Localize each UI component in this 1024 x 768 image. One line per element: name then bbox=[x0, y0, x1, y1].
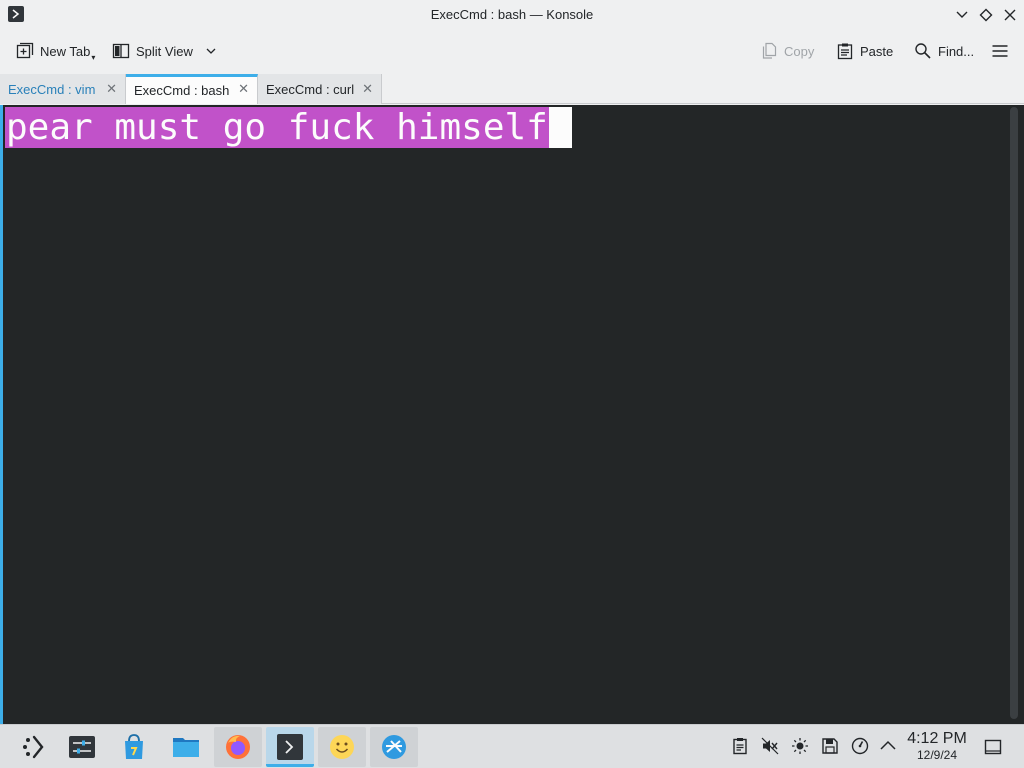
close-tab-icon[interactable]: ✕ bbox=[362, 81, 373, 97]
tab-label: ExecCmd : bash bbox=[134, 83, 230, 98]
firefox-icon bbox=[226, 735, 250, 759]
taskbar-konsole[interactable] bbox=[266, 727, 314, 767]
taskbar-firefox[interactable] bbox=[214, 727, 262, 767]
taskbar-file-manager[interactable] bbox=[162, 727, 210, 767]
tab-bash[interactable]: ExecCmd : bash ✕ bbox=[126, 74, 258, 104]
terminal-area[interactable]: pear must go fuck himself bbox=[0, 105, 1024, 724]
copy-button[interactable]: Copy bbox=[760, 38, 814, 64]
tab-label: ExecCmd : vim bbox=[8, 81, 96, 97]
taskbar-system-settings[interactable] bbox=[58, 727, 106, 767]
chevron-up-icon[interactable] bbox=[879, 737, 897, 755]
maximize-button[interactable] bbox=[976, 5, 996, 25]
copy-icon bbox=[760, 42, 778, 60]
split-view-button[interactable]: Split View bbox=[112, 38, 217, 64]
speedometer-icon[interactable] bbox=[851, 737, 869, 755]
copy-label: Copy bbox=[784, 43, 815, 59]
show-desktop-icon[interactable] bbox=[984, 738, 1002, 756]
new-tab-dropdown-icon[interactable]: ▾ bbox=[91, 53, 95, 62]
konsole-window: ExecCmd : bash — Konsole New Tab ▾ Split… bbox=[0, 0, 1024, 724]
taskbar-network-app[interactable] bbox=[370, 727, 418, 767]
emoji-icon bbox=[330, 735, 354, 759]
discover-store-icon bbox=[125, 734, 143, 759]
close-tab-icon[interactable]: ✕ bbox=[238, 81, 249, 97]
new-tab-label: New Tab bbox=[40, 43, 91, 59]
toolbar: New Tab ▾ Split View Copy Paste Find... bbox=[0, 30, 1024, 72]
file-manager-icon bbox=[173, 738, 199, 757]
terminal-cursor bbox=[548, 107, 572, 148]
system-settings-icon bbox=[69, 736, 95, 758]
taskbar-discover[interactable] bbox=[110, 727, 158, 767]
split-view-chevron-down-icon[interactable] bbox=[205, 45, 217, 57]
new-tab-button[interactable]: New Tab ▾ bbox=[16, 38, 95, 64]
paste-button[interactable]: Paste bbox=[836, 38, 893, 64]
clipboard-icon[interactable] bbox=[731, 737, 749, 755]
clock-date[interactable]: 12/9/24 bbox=[900, 748, 974, 762]
konsole-icon bbox=[277, 734, 303, 760]
search-icon bbox=[914, 42, 932, 60]
save-disk-icon[interactable] bbox=[821, 737, 839, 755]
taskbar-emoji-picker[interactable] bbox=[318, 727, 366, 767]
application-launcher-button[interactable] bbox=[10, 727, 58, 767]
clock-time[interactable]: 4:12 PM bbox=[900, 730, 974, 748]
close-window-button[interactable] bbox=[1000, 5, 1020, 25]
find-label: Find... bbox=[938, 43, 975, 59]
selected-text[interactable]: pear must go fuck himself bbox=[5, 107, 549, 148]
close-tab-icon[interactable]: ✕ bbox=[106, 81, 117, 97]
terminal-scrollbar[interactable] bbox=[1010, 107, 1018, 719]
network-icon bbox=[382, 735, 406, 759]
new-tab-icon bbox=[16, 42, 34, 60]
tab-curl[interactable]: ExecCmd : curl ✕ bbox=[258, 74, 382, 104]
volume-muted-icon[interactable] bbox=[761, 737, 779, 755]
window-title: ExecCmd : bash — Konsole bbox=[430, 7, 594, 22]
split-view-icon bbox=[112, 42, 130, 60]
paste-label: Paste bbox=[860, 43, 894, 59]
title-bar: ExecCmd : bash — Konsole bbox=[0, 0, 1024, 30]
terminal-focus-indicator bbox=[0, 105, 3, 724]
hamburger-menu-button[interactable] bbox=[991, 38, 1009, 64]
paste-icon bbox=[836, 42, 854, 60]
hamburger-menu-icon bbox=[992, 45, 1008, 57]
split-view-label: Split View bbox=[136, 43, 193, 59]
terminal-line: pear must go fuck himself bbox=[5, 107, 572, 148]
launcher-icon bbox=[23, 735, 44, 759]
taskbar: 4:12 PM 12/9/24 bbox=[0, 724, 1024, 768]
minimize-button[interactable] bbox=[952, 5, 972, 25]
tab-bar: ExecCmd : vim ✕ ExecCmd : bash ✕ ExecCmd… bbox=[0, 74, 1024, 104]
tab-label: ExecCmd : curl bbox=[266, 81, 355, 97]
brightness-icon[interactable] bbox=[791, 737, 809, 755]
find-button[interactable]: Find... bbox=[914, 38, 974, 64]
tab-vim[interactable]: ExecCmd : vim ✕ bbox=[0, 74, 126, 104]
